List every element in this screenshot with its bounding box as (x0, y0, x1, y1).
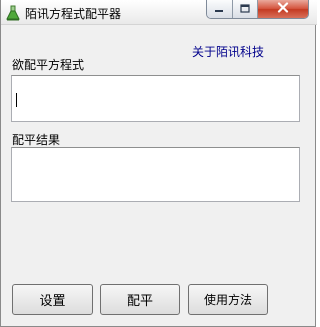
text-caret (16, 93, 17, 107)
help-button[interactable]: 使用方法 (188, 284, 268, 315)
balance-button[interactable]: 配平 (100, 284, 180, 315)
maximize-button[interactable] (232, 0, 258, 18)
app-window: 陌讯方程式配平器 关于陌讯科技 欲配平方程式 配平结果 设置 配平 使用方法 (0, 0, 317, 327)
window-title: 陌讯方程式配平器 (25, 7, 122, 21)
about-link[interactable]: 关于陌讯科技 (192, 43, 264, 60)
caption-buttons (206, 0, 309, 19)
equation-input[interactable] (11, 75, 300, 122)
close-button[interactable] (258, 0, 308, 18)
result-label: 配平结果 (12, 133, 61, 147)
maximize-icon (240, 2, 250, 16)
result-output[interactable] (11, 147, 300, 202)
title-bar[interactable]: 陌讯方程式配平器 (1, 0, 317, 25)
close-icon (277, 2, 289, 16)
minimize-icon (214, 2, 224, 16)
settings-button[interactable]: 设置 (12, 284, 93, 315)
flask-icon (6, 5, 20, 21)
minimize-button[interactable] (207, 0, 233, 18)
equation-input-label: 欲配平方程式 (12, 58, 85, 72)
